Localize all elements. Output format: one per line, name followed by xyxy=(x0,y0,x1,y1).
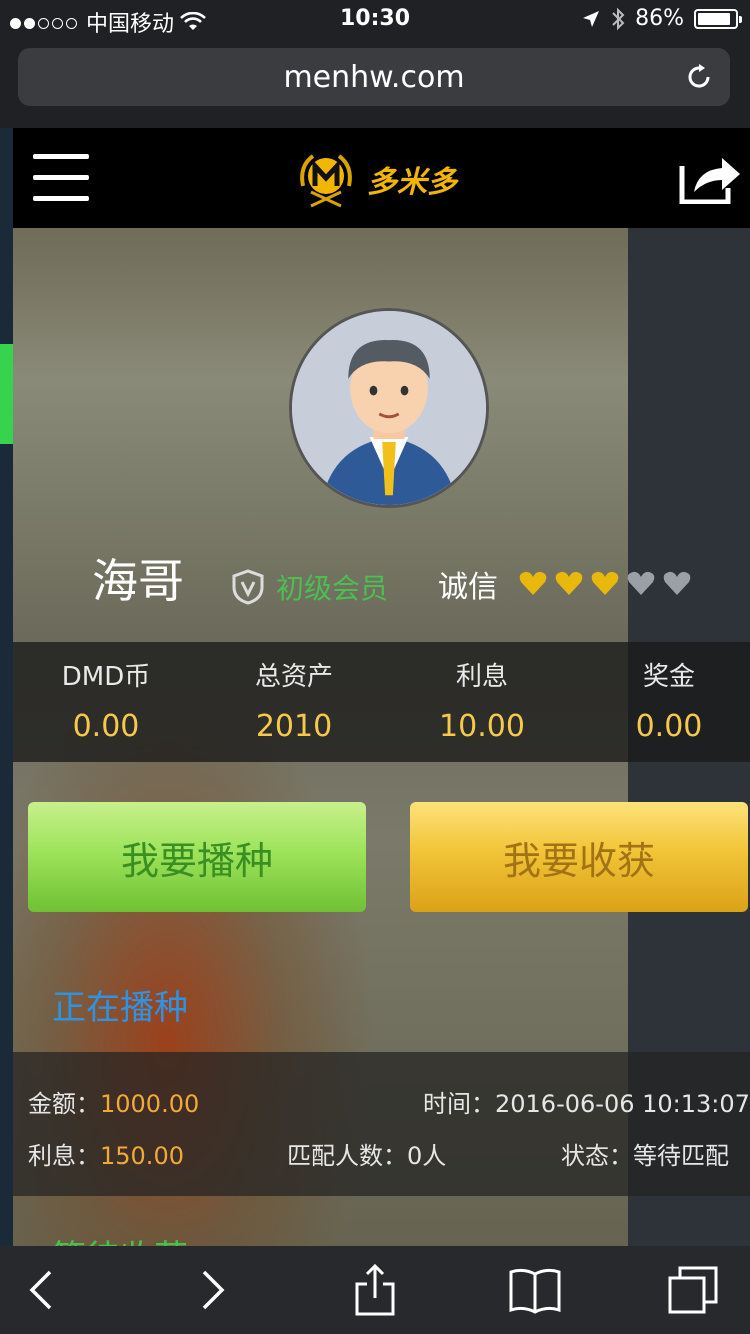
time-label: 时间： xyxy=(423,1090,495,1118)
record-time: 时间：2016-06-06 10:13:07 xyxy=(423,1084,750,1119)
browser-toolbar xyxy=(0,1246,750,1334)
bluetooth-icon xyxy=(612,7,625,30)
stat-label: DMD币 xyxy=(61,662,151,692)
status-label: 状态： xyxy=(561,1142,633,1170)
menu-icon[interactable] xyxy=(33,154,89,202)
user-name: 海哥 xyxy=(92,554,184,608)
location-arrow-icon xyxy=(583,10,600,27)
status-right: 86% xyxy=(581,6,742,31)
stat-label: 奖金 xyxy=(642,662,695,692)
record-amount: 金额：1000.00 xyxy=(28,1084,199,1119)
avatar[interactable] xyxy=(289,308,489,508)
stat-value: 0.00 xyxy=(635,709,703,744)
site-header: 多米多 xyxy=(13,128,750,228)
browser-address-area: menhw.com xyxy=(0,40,750,128)
section-title-sowing: 正在播种 xyxy=(52,988,188,1028)
stat-value: 0.00 xyxy=(72,709,140,744)
tabs-icon[interactable] xyxy=(666,1264,722,1316)
stat-value: 10.00 xyxy=(439,709,525,744)
record-status: 状态：等待匹配 xyxy=(561,1136,729,1171)
battery-percent: 86% xyxy=(635,6,684,31)
stat-dmd[interactable]: DMD币 0.00 xyxy=(16,656,196,744)
harvest-button[interactable]: 我要收获 xyxy=(410,802,748,912)
record-match-count: 匹配人数：0人 xyxy=(287,1136,446,1171)
shield-v-icon xyxy=(232,569,264,605)
interest-label: 利息： xyxy=(28,1142,100,1170)
stat-label: 总资产 xyxy=(254,662,333,692)
sowing-record[interactable]: 金额：1000.00 时间：2016-06-06 10:13:07 利息：150… xyxy=(13,1052,750,1196)
amount-label: 金额： xyxy=(28,1090,100,1118)
side-indicator[interactable] xyxy=(0,344,13,444)
sow-button[interactable]: 我要播种 xyxy=(28,802,366,912)
share-icon[interactable] xyxy=(347,1264,403,1316)
match-value: 0人 xyxy=(407,1142,447,1170)
logo-emblem-icon xyxy=(300,154,352,208)
credit-rating xyxy=(518,568,692,598)
stat-label: 利息 xyxy=(455,662,508,692)
heart-filled-icon xyxy=(555,571,583,595)
member-badge: 初级会员 xyxy=(232,567,388,607)
credit-label: 诚信 xyxy=(438,570,498,605)
interest-value: 150.00 xyxy=(100,1142,184,1170)
stat-interest[interactable]: 利息 10.00 xyxy=(392,656,572,744)
logo-text: 多米多 xyxy=(367,165,457,200)
bookmarks-icon[interactable] xyxy=(507,1264,563,1316)
heart-filled-icon xyxy=(519,571,547,595)
left-edge-strip xyxy=(0,128,13,1246)
battery-icon xyxy=(694,8,742,29)
forward-icon[interactable] xyxy=(184,1264,240,1316)
amount-value: 1000.00 xyxy=(100,1090,200,1118)
stat-bonus[interactable]: 奖金 0.00 xyxy=(579,656,750,744)
stat-value: 2010 xyxy=(255,709,333,744)
heart-empty-icon xyxy=(663,571,691,595)
stat-total-assets[interactable]: 总资产 2010 xyxy=(204,656,384,744)
status-value: 等待匹配 xyxy=(633,1142,729,1170)
match-label: 匹配人数： xyxy=(287,1142,407,1170)
address-bar[interactable]: menhw.com xyxy=(18,48,730,106)
member-level: 初级会员 xyxy=(276,572,389,605)
avatar-illustration xyxy=(292,311,486,505)
site-logo[interactable]: 多米多 xyxy=(293,144,457,214)
heart-empty-icon xyxy=(627,571,655,595)
record-interest: 利息：150.00 xyxy=(28,1136,184,1171)
share-external-icon[interactable] xyxy=(678,148,742,204)
time-value: 2016-06-06 10:13:07 xyxy=(495,1090,750,1118)
reload-icon[interactable] xyxy=(684,62,714,92)
back-icon[interactable] xyxy=(16,1264,72,1316)
status-bar: 中国移动 10:30 86% xyxy=(0,0,750,40)
url-text[interactable]: menhw.com xyxy=(18,60,730,95)
asset-stats: DMD币 0.00 总资产 2010 利息 10.00 奖金 0.00 xyxy=(13,642,750,762)
heart-filled-icon xyxy=(591,571,619,595)
